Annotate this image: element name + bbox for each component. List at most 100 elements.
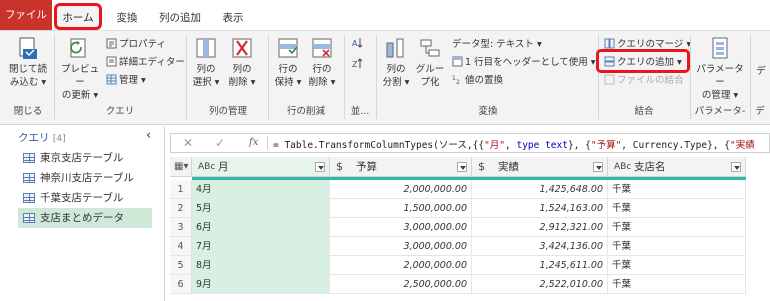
- remove-columns-button[interactable]: 列の 削除 ▾: [226, 35, 258, 89]
- cell-actual[interactable]: 3,424,136.00: [472, 237, 608, 256]
- row-number[interactable]: 6: [170, 275, 192, 294]
- row-number[interactable]: 2: [170, 199, 192, 218]
- column-header-actual[interactable]: $ 実績: [472, 157, 608, 177]
- cell-branch[interactable]: 千葉: [608, 237, 746, 256]
- properties-label: プロパティ: [119, 39, 166, 50]
- query-item-label: 千葉支店テーブル: [40, 192, 124, 204]
- remove-rows-button[interactable]: 行の 削除 ▾: [306, 35, 338, 89]
- cell-month[interactable]: 6月: [192, 218, 330, 237]
- properties-button[interactable]: プロパティ: [106, 37, 166, 52]
- group-label-sort: 並...: [350, 106, 370, 117]
- cell-budget[interactable]: 2,500,000.00: [330, 275, 472, 294]
- query-item-chiba[interactable]: 千葉支店テーブル: [18, 188, 152, 208]
- keep-rows-button[interactable]: 行の 保持 ▾: [272, 35, 304, 89]
- cell-budget[interactable]: 2,000,000.00: [330, 256, 472, 275]
- column-header-branch[interactable]: ABc 支店名: [608, 157, 746, 177]
- currency-type-icon[interactable]: $: [336, 157, 343, 177]
- filter-dropdown-icon[interactable]: [457, 162, 467, 172]
- data-type-dropdown[interactable]: データ型: テキスト ▾: [452, 37, 542, 52]
- close-load-button[interactable]: 閉じて読 み込む ▾: [8, 35, 48, 89]
- merge-queries-icon: [604, 38, 615, 49]
- query-item-tokyo[interactable]: 東京支店テーブル: [18, 148, 152, 168]
- filter-dropdown-icon[interactable]: [593, 162, 603, 172]
- use-first-row-header-label: 1 行目をヘッダーとして使用 ▾: [465, 57, 596, 68]
- manage-button[interactable]: 管理 ▾: [106, 73, 146, 88]
- combine-files-button[interactable]: ファイルの結合: [604, 73, 684, 88]
- column-header-budget[interactable]: $ 予算: [330, 157, 472, 177]
- cell-actual[interactable]: 1,524,163.00: [472, 199, 608, 218]
- cell-month[interactable]: 5月: [192, 199, 330, 218]
- tab-view[interactable]: 表示: [215, 7, 251, 30]
- remove-rows-label-1: 行の: [312, 64, 332, 75]
- remove-columns-label-1: 列の: [232, 64, 252, 75]
- group-divider: [344, 35, 345, 119]
- combine-files-icon: [604, 74, 615, 85]
- row-number[interactable]: 4: [170, 237, 192, 256]
- cell-actual[interactable]: 2,912,321.00: [472, 218, 608, 237]
- group-by-button[interactable]: グルー プ化: [414, 35, 446, 89]
- group-label-manage-columns: 列の管理: [208, 106, 247, 117]
- cell-branch[interactable]: 千葉: [608, 275, 746, 294]
- column-header-month[interactable]: ABc 月: [192, 157, 330, 177]
- text-type-icon[interactable]: ABc: [198, 157, 215, 177]
- group-by-icon: [420, 39, 440, 57]
- cell-actual[interactable]: 1,245,611.00: [472, 256, 608, 275]
- queries-count: [4]: [52, 134, 66, 144]
- cell-branch[interactable]: 千葉: [608, 218, 746, 237]
- commit-formula-icon[interactable]: ✓: [215, 136, 225, 150]
- cell-branch[interactable]: 千葉: [608, 256, 746, 275]
- queries-title: クエリ: [18, 132, 50, 144]
- collapse-pane-icon[interactable]: ‹: [146, 128, 151, 143]
- filter-dropdown-icon[interactable]: [731, 162, 741, 172]
- cell-budget[interactable]: 3,000,000.00: [330, 237, 472, 256]
- currency-type-icon[interactable]: $: [478, 157, 485, 177]
- refresh-preview-button[interactable]: プレビュー の更新 ▾: [58, 35, 102, 102]
- sort-descending-button[interactable]: Z: [352, 57, 365, 72]
- refresh-preview-label-2: の更新 ▾: [61, 90, 99, 101]
- advanced-editor-button[interactable]: 詳細エディター: [106, 55, 185, 70]
- choose-columns-button[interactable]: 列の 選択 ▾: [190, 35, 222, 89]
- row-number[interactable]: 3: [170, 218, 192, 237]
- data-source-button-truncated[interactable]: デ: [754, 65, 768, 78]
- query-item-kanagawa[interactable]: 神奈川支店テーブル: [18, 168, 152, 188]
- text-type-icon[interactable]: ABc: [614, 157, 631, 177]
- replace-values-button[interactable]: 1 2 値の置換: [452, 73, 503, 88]
- tab-transform[interactable]: 変換: [110, 7, 144, 30]
- cell-budget[interactable]: 3,000,000.00: [330, 218, 472, 237]
- cell-month[interactable]: 7月: [192, 237, 330, 256]
- group-label-parameters: パラメータ-: [694, 106, 746, 117]
- group-divider: [750, 35, 751, 119]
- cancel-formula-icon[interactable]: ✕: [183, 136, 193, 150]
- manage-parameters-button[interactable]: パラメーター の管理 ▾: [692, 35, 748, 102]
- cell-branch[interactable]: 千葉: [608, 180, 746, 199]
- formula-bar[interactable]: ✕ ✓ fx = Table.TransformColumnTypes(ソース,…: [170, 133, 770, 153]
- tab-file[interactable]: ファイル: [0, 0, 52, 30]
- cell-month[interactable]: 9月: [192, 275, 330, 294]
- query-item-label: 神奈川支店テーブル: [40, 172, 134, 184]
- cell-month[interactable]: 8月: [192, 256, 330, 275]
- table-icon: [23, 173, 35, 183]
- query-item-summary[interactable]: 支店まとめデータ: [18, 208, 152, 228]
- use-first-row-header-button[interactable]: 1 行目をヘッダーとして使用 ▾: [452, 55, 596, 70]
- filter-dropdown-icon[interactable]: [315, 162, 325, 172]
- table-icon: [23, 193, 35, 203]
- group-by-label-1: グルー: [415, 64, 445, 75]
- cell-actual[interactable]: 1,425,648.00: [472, 180, 608, 199]
- cell-budget[interactable]: 2,000,000.00: [330, 180, 472, 199]
- tab-add-column[interactable]: 列の追加: [150, 7, 210, 30]
- row-number[interactable]: 5: [170, 256, 192, 275]
- tab-home[interactable]: ホーム: [54, 3, 102, 30]
- cell-month[interactable]: 4月: [192, 180, 330, 199]
- table-icon: [23, 213, 35, 223]
- formula-text[interactable]: = Table.TransformColumnTypes(ソース,{{"月" , …: [273, 137, 755, 151]
- cell-actual[interactable]: 2,522,010.00: [472, 275, 608, 294]
- row-number[interactable]: 1: [170, 180, 192, 199]
- query-item-label: 支店まとめデータ: [40, 212, 124, 224]
- split-column-button[interactable]: 列の 分割 ▾: [380, 35, 412, 89]
- cell-budget[interactable]: 1,500,000.00: [330, 199, 472, 218]
- sort-ascending-button[interactable]: A: [352, 37, 365, 52]
- keep-rows-label-1: 行の: [278, 64, 298, 75]
- column-header-label: 実績: [498, 161, 519, 173]
- table-menu-icon[interactable]: ▦▾: [170, 157, 192, 177]
- cell-branch[interactable]: 千葉: [608, 199, 746, 218]
